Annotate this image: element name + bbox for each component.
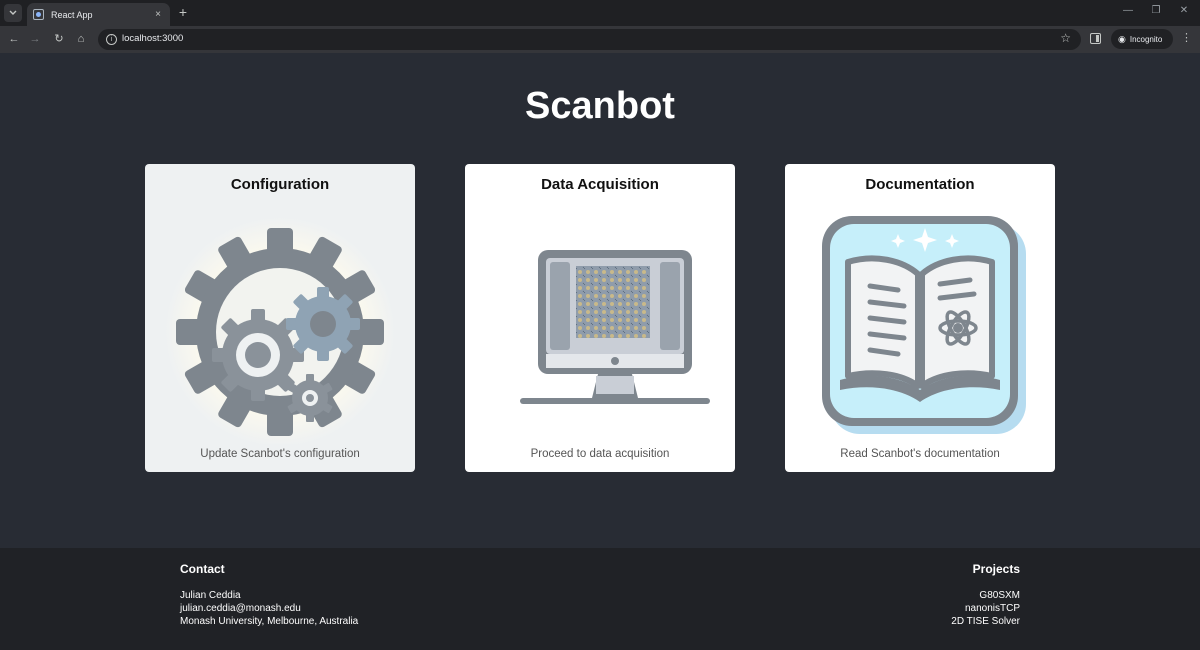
incognito-label: Incognito — [1129, 34, 1163, 44]
footer-contact: Contact Julian Ceddia julian.ceddia@mona… — [180, 562, 358, 628]
side-panel-icon[interactable] — [1090, 33, 1101, 44]
gears-icon — [165, 217, 395, 444]
footer-projects-heading: Projects — [972, 562, 1020, 576]
card-configuration[interactable]: Configuration Update Scanbot's configura… — [145, 164, 415, 472]
star-icon[interactable]: ☆ — [1060, 31, 1071, 45]
window-close-icon[interactable]: ✕ — [1176, 5, 1192, 16]
footer-contact-heading: Contact — [180, 562, 225, 576]
address-bar[interactable]: i localhost:3000 ☆ — [98, 29, 1081, 50]
contact-name: Julian Ceddia — [180, 590, 241, 601]
home-icon[interactable]: ⌂ — [73, 31, 89, 47]
menu-icon[interactable]: ⋮ — [1181, 31, 1192, 44]
plus-icon[interactable]: + — [176, 4, 190, 20]
favicon-icon — [33, 9, 44, 20]
back-icon[interactable]: ← — [6, 31, 22, 47]
card-description: Update Scanbot's configuration — [200, 448, 360, 460]
contact-affiliation: Monash University, Melbourne, Australia — [180, 616, 359, 627]
monitor-icon — [520, 250, 710, 404]
card-documentation[interactable]: Documentation Read Scanbot's documentati… — [785, 164, 1055, 472]
footer: Contact Julian Ceddia julian.ceddia@mona… — [0, 548, 1200, 650]
footer-projects: Projects G80SXM nanonisTCP 2D TISE Solve… — [951, 562, 1020, 628]
tab-search-icon[interactable] — [4, 4, 22, 22]
card-data-acquisition[interactable]: Data Acquisition Proceed to data acquisi — [465, 164, 735, 472]
incognito-icon: ◉ — [1118, 33, 1126, 44]
tab-strip: React App × + — ❐ ✕ — [0, 0, 1200, 26]
minimize-icon[interactable]: — — [1120, 5, 1136, 16]
tab-title: React App — [51, 9, 93, 20]
info-icon[interactable]: i — [106, 34, 117, 45]
book-icon — [822, 216, 1026, 434]
close-icon[interactable]: × — [152, 9, 164, 20]
reload-icon[interactable]: ↻ — [51, 31, 67, 47]
card-description: Read Scanbot's documentation — [840, 448, 1000, 460]
card-description: Proceed to data acquisition — [530, 448, 670, 460]
card-title: Configuration — [230, 176, 330, 193]
contact-email[interactable]: julian.ceddia@monash.edu — [180, 602, 358, 615]
card-title: Data Acquisition — [541, 176, 659, 193]
browser-toolbar: ← → ↻ ⌂ i localhost:3000 ☆ ◉ Incognito ⋮ — [0, 26, 1200, 53]
browser-tab[interactable]: React App × — [27, 3, 170, 26]
card-title: Documentation — [865, 176, 975, 193]
forward-icon[interactable]: → — [27, 31, 43, 47]
restore-icon[interactable]: ❐ — [1148, 5, 1164, 16]
project-link[interactable]: G80SXM — [951, 589, 1020, 602]
url-text[interactable]: localhost:3000 — [122, 33, 183, 44]
incognito-indicator[interactable]: ◉ Incognito — [1111, 29, 1173, 49]
page-title: Scanbot — [525, 85, 675, 127]
project-link[interactable]: 2D TISE Solver — [951, 615, 1020, 628]
app-page: Scanbot Configuration Update Scanbot's c… — [0, 53, 1200, 548]
project-link[interactable]: nanonisTCP — [951, 602, 1020, 615]
